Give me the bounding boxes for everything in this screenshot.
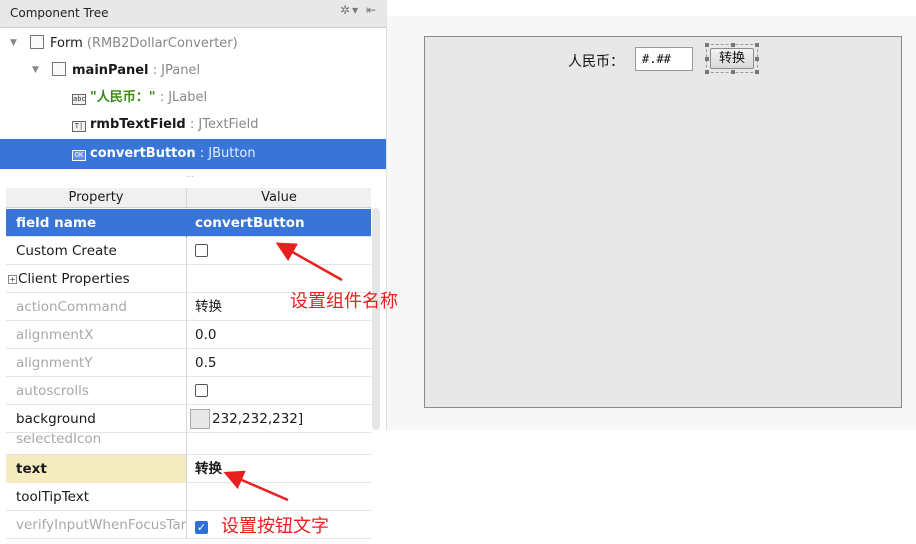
- splitter[interactable]: ⋯: [0, 170, 386, 188]
- property-name: verifyInputWhenFocusTar: [6, 511, 187, 539]
- properties-header: Property Value: [6, 188, 371, 208]
- resize-handle[interactable]: [705, 43, 709, 47]
- property-row-custom-create[interactable]: Custom Create: [6, 237, 371, 265]
- convert-button-selection[interactable]: 转换: [705, 43, 759, 74]
- resize-handle[interactable]: [731, 70, 735, 74]
- property-name: actionCommand: [6, 293, 187, 321]
- property-name: Client Properties: [18, 271, 130, 287]
- tree-node-label[interactable]: abc "人民币：" : JLabel: [0, 84, 386, 111]
- property-name: text: [6, 455, 187, 483]
- property-row-tooltip-text[interactable]: toolTipText: [6, 483, 371, 511]
- resize-handle[interactable]: [705, 70, 709, 74]
- tree-node-textfield[interactable]: T| rmbTextField : JTextField: [0, 111, 386, 138]
- grip-icon: ⋯: [186, 172, 195, 181]
- expand-icon[interactable]: +: [8, 275, 17, 284]
- annotation-name-note: 设置组件名称: [290, 291, 398, 312]
- property-name: alignmentX: [6, 321, 187, 349]
- resize-handle[interactable]: [755, 43, 759, 47]
- properties-table: Property Value field name convertButton …: [6, 188, 371, 544]
- property-value[interactable]: 232,232,232]: [212, 411, 303, 427]
- property-row-text[interactable]: text 转换: [6, 455, 371, 483]
- component-tree-header: Component Tree ✲▾ ⇤: [0, 0, 386, 28]
- property-name: selectedIcon: [6, 427, 187, 455]
- resize-handle[interactable]: [705, 57, 709, 61]
- resize-handle[interactable]: [755, 70, 759, 74]
- left-panel: Component Tree ✲▾ ⇤ ▼ Form (RMB2DollarCo…: [0, 0, 386, 544]
- label-icon: abc: [72, 94, 86, 105]
- property-name: alignmentY: [6, 349, 187, 377]
- button-icon: OK: [72, 150, 86, 161]
- tree-node-type: (RMB2DollarConverter): [86, 36, 238, 51]
- rmb-label[interactable]: 人民币：: [568, 51, 624, 71]
- tree-node-name: Form: [50, 36, 83, 51]
- property-value[interactable]: convertButton: [187, 209, 371, 237]
- designer-area: 人民币： #.## 转换: [386, 0, 916, 430]
- custom-create-checkbox[interactable]: [195, 244, 208, 257]
- tree-node-type: : JTextField: [189, 117, 259, 132]
- convert-button[interactable]: 转换: [710, 48, 754, 69]
- resize-handle[interactable]: [731, 43, 735, 47]
- designer-top-strip: [387, 0, 916, 16]
- tree-node-convertbutton[interactable]: OK convertButton : JButton: [0, 139, 386, 169]
- property-name: Custom Create: [6, 237, 187, 265]
- property-value[interactable]: 0.0: [187, 321, 371, 349]
- property-name: toolTipText: [6, 483, 187, 511]
- value-column-header: Value: [261, 190, 297, 205]
- rmb-text-field[interactable]: #.##: [635, 47, 693, 71]
- tree-node-name: mainPanel: [72, 63, 149, 78]
- property-row-field-name[interactable]: field name convertButton: [6, 209, 371, 237]
- tree-node-type: : JButton: [199, 146, 256, 161]
- textfield-icon: T|: [72, 121, 86, 132]
- autoscrolls-checkbox[interactable]: [195, 384, 208, 397]
- tree-node-name: "人民币：": [90, 90, 156, 105]
- settings-icon[interactable]: ✲▾ ⇤: [340, 3, 378, 17]
- property-name: autoscrolls: [6, 377, 187, 405]
- component-tree-title: Component Tree: [10, 6, 109, 20]
- property-value[interactable]: 0.5: [187, 349, 371, 377]
- color-swatch[interactable]: [190, 409, 210, 429]
- property-column-header: Property: [6, 188, 187, 208]
- tree-node-type: : JPanel: [152, 63, 201, 78]
- property-value[interactable]: 转换: [187, 455, 371, 483]
- form-canvas[interactable]: 人民币： #.## 转换: [424, 36, 902, 408]
- panel-icon: [52, 62, 66, 76]
- tree-node-form[interactable]: ▼ Form (RMB2DollarConverter): [0, 30, 386, 57]
- form-icon: [30, 35, 44, 49]
- tree-node-name: rmbTextField: [90, 117, 186, 132]
- annotation-text-note: 设置按钮文字: [221, 516, 329, 537]
- properties-scrollbar[interactable]: [372, 208, 380, 430]
- property-row-selected-icon[interactable]: selectedIcon: [6, 427, 371, 455]
- tree-node-name: convertButton: [90, 146, 196, 161]
- property-row-alignment-x[interactable]: alignmentX 0.0: [6, 321, 371, 349]
- verify-input-checkbox[interactable]: ✓: [195, 521, 208, 534]
- property-row-autoscrolls[interactable]: autoscrolls: [6, 377, 371, 405]
- tree-node-mainpanel[interactable]: ▼ mainPanel : JPanel: [0, 57, 386, 84]
- resize-handle[interactable]: [755, 57, 759, 61]
- collapse-arrow-icon[interactable]: ▼: [10, 30, 17, 57]
- tree-node-type: : JLabel: [159, 90, 208, 105]
- collapse-arrow-icon[interactable]: ▼: [32, 57, 39, 84]
- property-name: field name: [6, 209, 187, 237]
- property-row-alignment-y[interactable]: alignmentY 0.5: [6, 349, 371, 377]
